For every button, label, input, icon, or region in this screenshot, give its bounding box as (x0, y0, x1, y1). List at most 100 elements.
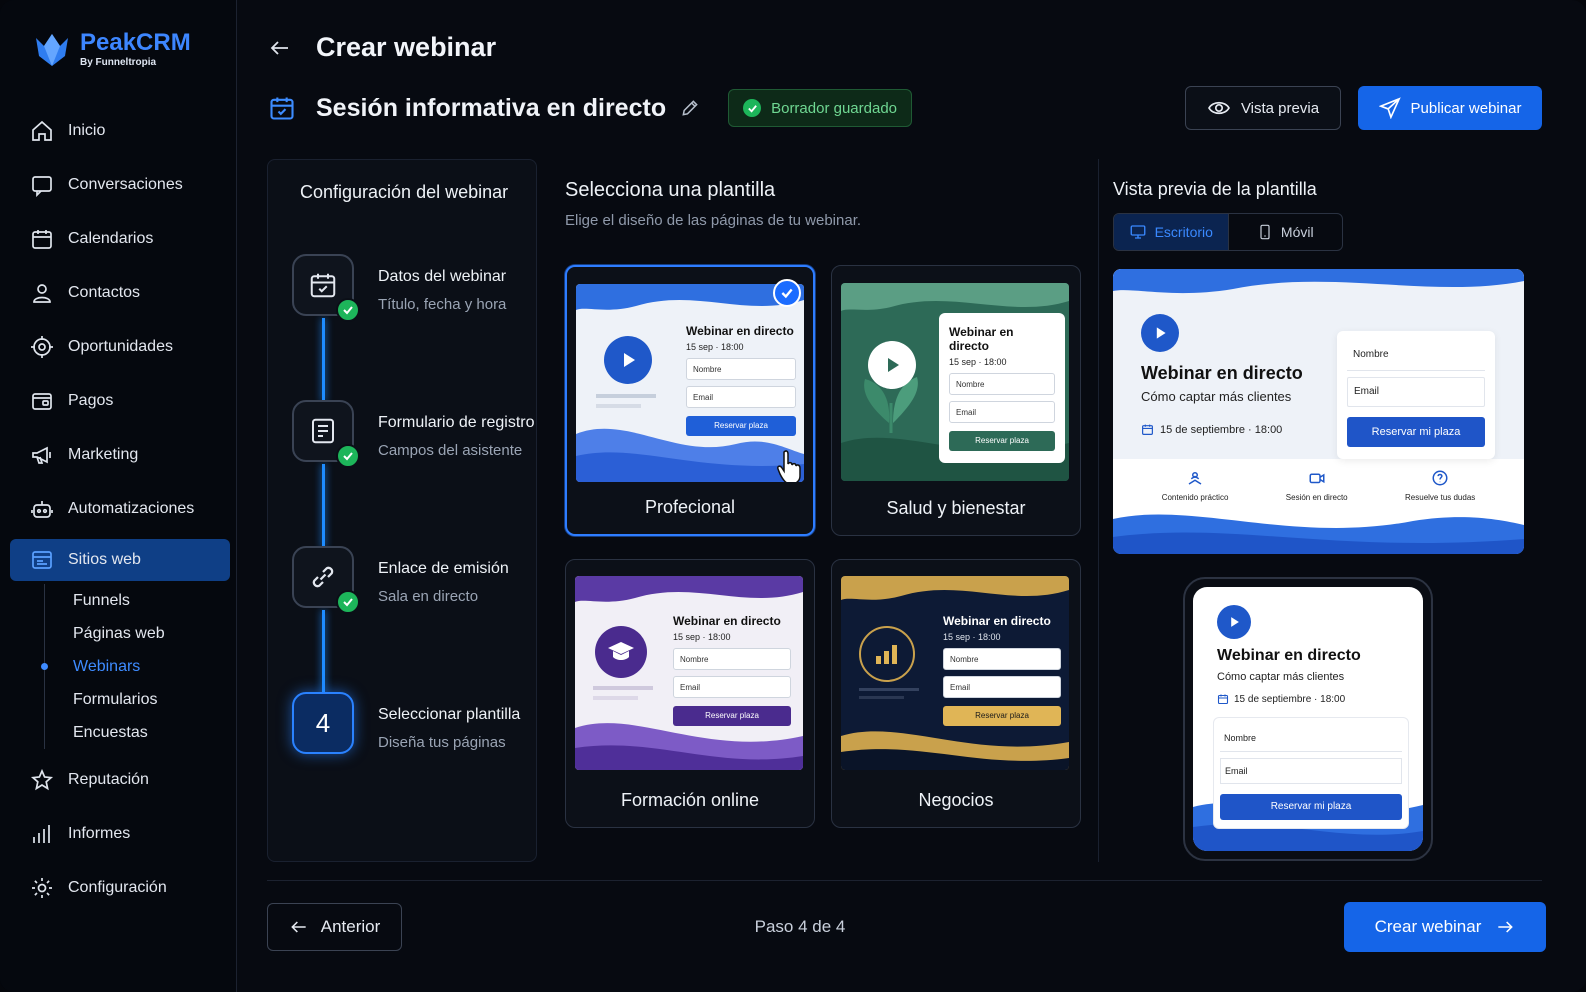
mini-date: 15 sep · 18:00 (686, 342, 744, 352)
nav-item-contactos[interactable]: Contactos (10, 266, 230, 320)
preview-button[interactable]: Vista previa (1185, 86, 1341, 130)
sub-item-webinars[interactable]: Webinars (41, 650, 230, 683)
previous-button[interactable]: Anterior (267, 903, 402, 951)
step-connector (322, 464, 325, 548)
question-icon (1432, 470, 1448, 486)
step-formulario[interactable]: Formulario de registro Campos del asiste… (292, 400, 535, 468)
nav-label: Inicio (68, 122, 106, 139)
step-desc: Diseña tus páginas (378, 734, 506, 751)
mobile-date-text: 15 de septiembre · 18:00 (1234, 693, 1346, 705)
mini-button: Reservar plaza (943, 706, 1061, 726)
robot-icon (31, 501, 53, 518)
create-webinar-button[interactable]: Crear webinar (1344, 902, 1546, 952)
sub-item-paginas-web[interactable]: Páginas web (73, 617, 230, 650)
sub-item-formularios[interactable]: Formularios (73, 683, 230, 716)
step-plantilla[interactable]: 4 Seleccionar plantilla Diseña tus págin… (292, 692, 532, 756)
home-icon (32, 120, 52, 141)
steps-panel: Configuración del webinar Datos del webi… (267, 159, 537, 862)
step-title: Datos del webinar (378, 268, 507, 285)
mini-email-field: Email (943, 676, 1061, 698)
mobile-reserve-button: Reservar mi plaza (1220, 794, 1402, 820)
edit-pencil-icon[interactable] (680, 98, 700, 118)
mini-email-field: Email (686, 386, 796, 408)
preview-email-field: Email (1347, 377, 1485, 407)
feature-item: Resuelve tus dudas (1405, 469, 1475, 502)
app-window: PeakCRM By Funneltropia Inicio Conversac… (0, 0, 1586, 992)
template-name: Negocios (918, 790, 994, 810)
sub-item-funnels[interactable]: Funnels (73, 584, 230, 617)
calendar-check-icon (270, 97, 294, 120)
nav-item-automatizaciones[interactable]: Automatizaciones (10, 482, 230, 536)
gear-icon (32, 878, 52, 898)
nav-item-configuracion[interactable]: Configuración (10, 861, 230, 915)
mini-name-field: Nombre (686, 358, 796, 380)
mobile-date: 15 de septiembre · 18:00 (1217, 693, 1345, 705)
template-thumbnail: Webinar en directo 15 sep · 18:00 Nombre… (841, 576, 1069, 770)
logo[interactable]: PeakCRM By Funneltropia (32, 30, 191, 68)
nav-item-sitios-web[interactable]: Sitios web (10, 539, 230, 581)
mobile-tab[interactable]: Móvil (1229, 214, 1343, 250)
step-enlace[interactable]: Enlace de emisión Sala en directo (292, 546, 532, 614)
arrow-left-icon (290, 921, 306, 933)
logo-icon (36, 34, 68, 66)
sub-item-encuestas[interactable]: Encuestas (73, 716, 230, 749)
mini-form: Webinar en directo 15 sep · 18:00 Nombre… (939, 313, 1065, 463)
step-datos[interactable]: Datos del webinar Título, fecha y hora (292, 254, 532, 322)
template-thumbnail: Webinar en directo 15 sep · 18:00 Nombre… (575, 576, 803, 770)
nav-item-pagos[interactable]: Pagos (10, 374, 230, 428)
megaphone-icon (32, 446, 51, 464)
template-name: Profecional (644, 497, 736, 517)
nav-item-reputacion[interactable]: Reputación (10, 753, 230, 807)
nav-label: Automatizaciones (68, 500, 195, 517)
preview-title: Vista previa de la plantilla (1113, 179, 1317, 199)
feature-label: Contenido práctico (1161, 493, 1229, 502)
create-label: Crear webinar (1374, 917, 1482, 936)
template-card-profesional[interactable]: Webinar en directo 15 sep · 18:00 Nombre… (565, 265, 815, 536)
chart-icon (33, 825, 50, 843)
nav-item-conversaciones[interactable]: Conversaciones (10, 158, 230, 212)
desktop-preview: Webinar en directo Cómo captar más clien… (1113, 269, 1524, 554)
nav-label: Sitios web (68, 551, 141, 568)
star-icon (30, 768, 54, 791)
preview-features: Contenido práctico Sesión en directo Res… (1113, 469, 1524, 502)
nav-item-calendarios[interactable]: Calendarios (10, 212, 230, 266)
template-thumbnail: Webinar en directo 15 sep · 18:00 Nombre… (841, 283, 1069, 481)
nav-item-oportunidades[interactable]: Oportunidades (10, 320, 230, 374)
step-number: 4 (315, 707, 331, 738)
step-complete-check-icon (336, 590, 360, 614)
play-icon (604, 336, 652, 384)
calendar-icon (1217, 694, 1229, 705)
nav-label: Reputación (68, 771, 149, 788)
send-icon (1378, 97, 1401, 119)
back-arrow-icon[interactable] (268, 36, 292, 60)
play-icon (1217, 605, 1251, 639)
device-toggle: Escritorio Móvil (1113, 213, 1343, 251)
feature-item: Sesión en directo (1286, 469, 1348, 502)
target-icon (31, 336, 53, 358)
publish-label: Publicar webinar (1410, 99, 1522, 117)
nav-item-informes[interactable]: Informes (10, 807, 230, 861)
mobile-heading: Webinar en directo (1217, 647, 1361, 664)
mini-name-field: Nombre (673, 648, 791, 670)
template-card-formacion[interactable]: Webinar en directo 15 sep · 18:00 Nombre… (565, 559, 815, 828)
mobile-subheading: Cómo captar más clientes (1217, 671, 1345, 683)
mini-heading: Webinar en directo (949, 325, 1014, 353)
template-name: Formación online (620, 790, 760, 810)
template-card-salud[interactable]: Webinar en directo 15 sep · 18:00 Nombre… (831, 265, 1081, 536)
step-title: Formulario de registro (378, 414, 535, 431)
step-icon: 4 (292, 692, 354, 754)
nav-item-marketing[interactable]: Marketing (10, 428, 230, 482)
browser-icon (32, 551, 52, 569)
publish-button[interactable]: Publicar webinar (1358, 86, 1542, 130)
desktop-tab[interactable]: Escritorio (1114, 214, 1229, 250)
nav-item-inicio[interactable]: Inicio (10, 104, 230, 158)
nav-label: Conversaciones (68, 176, 183, 193)
template-card-negocios[interactable]: Webinar en directo 15 sep · 18:00 Nombre… (831, 559, 1081, 828)
template-preview-panel: Vista previa de la plantilla Escritorio … (1098, 159, 1542, 862)
wallet-icon (32, 393, 52, 410)
mini-form: Webinar en directo 15 sep · 18:00 Nombre… (943, 614, 1061, 726)
mini-date: 15 sep · 18:00 (943, 632, 1001, 642)
selected-check-icon (773, 279, 801, 307)
arrow-right-icon (1498, 921, 1514, 933)
play-icon (1141, 314, 1179, 352)
